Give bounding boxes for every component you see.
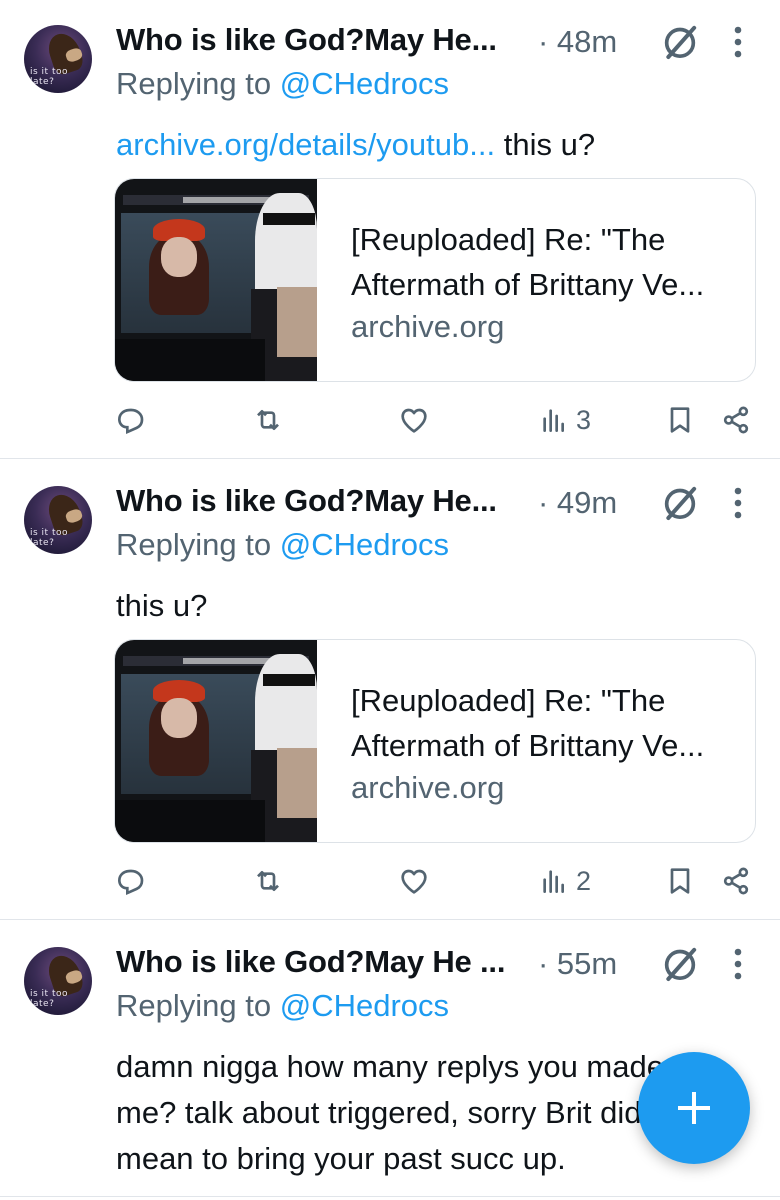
more-icon[interactable] — [728, 485, 748, 521]
tweet[interactable]: is it too late? Who is like God?May He..… — [0, 0, 780, 458]
body-link[interactable]: archive.org/details/youtub... — [116, 127, 495, 162]
thumb-bottom-bar — [115, 800, 265, 842]
share-button[interactable] — [720, 398, 752, 442]
reply-handle-link[interactable]: @CHedrocs — [280, 988, 449, 1023]
author-name[interactable]: Who is like God?May He... — [116, 483, 497, 519]
link-card[interactable]: [Reuploaded] Re: "The Aftermath of Britt… — [114, 639, 756, 843]
thumb-inset — [277, 748, 317, 818]
retweet-button[interactable] — [252, 859, 284, 903]
views-icon — [538, 404, 570, 436]
body-text: this u? — [116, 588, 208, 623]
author-name[interactable]: Who is like God?May He... — [116, 22, 497, 58]
replying-to: Replying to @CHedrocs — [116, 66, 449, 102]
avatar[interactable]: is it too late? — [24, 25, 92, 93]
replying-to-label: Replying to — [116, 988, 280, 1023]
retweet-icon — [252, 865, 284, 897]
link-card[interactable]: [Reuploaded] Re: "The Aftermath of Britt… — [114, 178, 756, 382]
thumb-face — [161, 237, 197, 277]
tweet-text: archive.org/details/youtub... this u? — [116, 122, 756, 168]
body-text: this u? — [495, 127, 596, 162]
tweet-time[interactable]: · 55m — [538, 946, 617, 982]
more-icon[interactable] — [728, 24, 748, 60]
like-button[interactable] — [398, 859, 430, 903]
thumb-inset — [277, 287, 317, 357]
reply-icon — [114, 404, 146, 436]
retweet-icon — [252, 404, 284, 436]
tweet[interactable]: is it too late? Who is like God?May He..… — [0, 461, 780, 919]
like-button[interactable] — [398, 398, 430, 442]
share-icon — [720, 404, 752, 436]
tweet-divider — [0, 1196, 780, 1197]
card-title: [Reuploaded] Re: "The Aftermath of Britt… — [351, 222, 705, 302]
views-count: 3 — [576, 404, 592, 435]
tweet-divider — [0, 919, 780, 920]
reply-button[interactable] — [114, 398, 146, 442]
views-button[interactable]: 3 — [538, 398, 591, 442]
thumb-face — [161, 698, 197, 738]
bookmark-button[interactable] — [664, 398, 696, 442]
author-name[interactable]: Who is like God?May He ... — [116, 944, 505, 980]
thumb-visor — [263, 674, 315, 686]
tweet-text: this u? — [116, 583, 756, 629]
replying-to-label: Replying to — [116, 527, 280, 562]
views-icon — [538, 865, 570, 897]
avatar-caption: is it too late? — [30, 989, 68, 1009]
views-button[interactable]: 2 — [538, 859, 591, 903]
thumb-bottom-bar — [115, 339, 265, 381]
grok-icon[interactable] — [660, 483, 700, 523]
compose-plus-icon-vertical — [692, 1092, 696, 1124]
card-domain: archive.org — [351, 770, 505, 805]
avatar-caption: is it too late? — [30, 67, 68, 87]
tweet-divider — [0, 458, 780, 459]
share-button[interactable] — [720, 859, 752, 903]
replying-to-label: Replying to — [116, 66, 280, 101]
bookmark-icon — [664, 404, 696, 436]
avatar-caption: is it too late? — [30, 528, 68, 548]
reply-handle-link[interactable]: @CHedrocs — [280, 527, 449, 562]
reply-handle-link[interactable]: @CHedrocs — [280, 66, 449, 101]
more-icon[interactable] — [728, 946, 748, 982]
action-bar: 2 — [0, 859, 780, 903]
replying-to: Replying to @CHedrocs — [116, 527, 449, 563]
heart-icon — [398, 865, 430, 897]
compose-button[interactable] — [638, 1052, 750, 1164]
card-thumbnail — [115, 640, 317, 842]
card-thumbnail — [115, 179, 317, 381]
thumb-visor — [263, 213, 315, 225]
avatar[interactable]: is it too late? — [24, 486, 92, 554]
bookmark-button[interactable] — [664, 859, 696, 903]
tweet-time[interactable]: · 48m — [538, 24, 617, 60]
retweet-button[interactable] — [252, 398, 284, 442]
card-title: [Reuploaded] Re: "The Aftermath of Britt… — [351, 683, 705, 763]
grok-icon[interactable] — [660, 22, 700, 62]
reply-icon — [114, 865, 146, 897]
heart-icon — [398, 404, 430, 436]
avatar[interactable]: is it too late? — [24, 947, 92, 1015]
replying-to: Replying to @CHedrocs — [116, 988, 449, 1024]
action-bar: 3 — [0, 398, 780, 442]
card-domain: archive.org — [351, 309, 505, 344]
reply-button[interactable] — [114, 859, 146, 903]
tweet-time[interactable]: · 49m — [538, 485, 617, 521]
bookmark-icon — [664, 865, 696, 897]
share-icon — [720, 865, 752, 897]
views-count: 2 — [576, 865, 592, 896]
grok-icon[interactable] — [660, 944, 700, 984]
